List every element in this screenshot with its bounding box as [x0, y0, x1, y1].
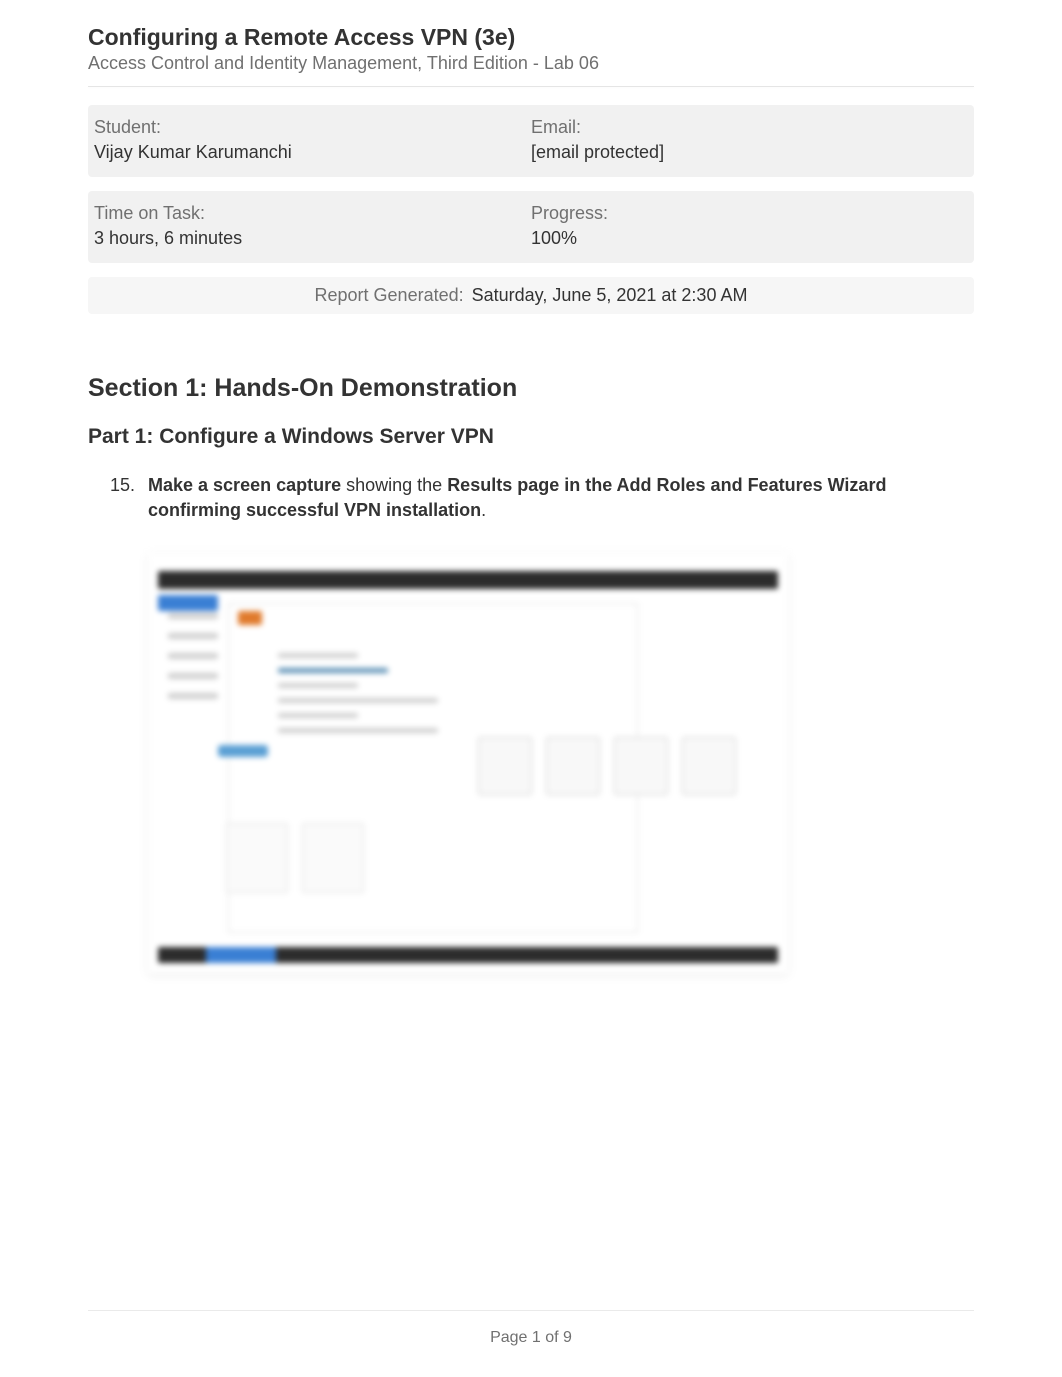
email-column: Email: [email protected] — [531, 117, 968, 163]
report-generated-value: Saturday, June 5, 2021 at 2:30 AM — [472, 285, 748, 306]
email-label: Email: — [531, 117, 968, 138]
time-label: Time on Task: — [94, 203, 531, 224]
blurred-screenshot-image — [148, 553, 788, 973]
step-item: 15. Make a screen capture showing the Re… — [148, 473, 974, 523]
student-info-box: Student: Vijay Kumar Karumanchi Email: [… — [88, 105, 974, 177]
time-value: 3 hours, 6 minutes — [94, 228, 531, 249]
student-value: Vijay Kumar Karumanchi — [94, 142, 531, 163]
header-divider — [88, 86, 974, 87]
document-subtitle: Access Control and Identity Management, … — [88, 53, 974, 74]
screenshot-container — [148, 553, 788, 973]
student-column: Student: Vijay Kumar Karumanchi — [94, 117, 531, 163]
page-number: Page 1 of 9 — [88, 1329, 974, 1347]
progress-value: 100% — [531, 228, 968, 249]
email-value: [email protected] — [531, 142, 968, 163]
document-title: Configuring a Remote Access VPN (3e) — [88, 24, 974, 51]
progress-label: Progress: — [531, 203, 968, 224]
task-info-box: Time on Task: 3 hours, 6 minutes Progres… — [88, 191, 974, 263]
steps-list: 15. Make a screen capture showing the Re… — [88, 473, 974, 523]
step-period: . — [481, 500, 486, 520]
student-label: Student: — [94, 117, 531, 138]
page-footer: Page 1 of 9 — [88, 1310, 974, 1347]
report-generated-label: Report Generated: — [315, 285, 464, 306]
part-title: Part 1: Configure a Windows Server VPN — [88, 425, 974, 449]
step-lead-bold: Make a screen capture — [148, 475, 341, 495]
time-column: Time on Task: 3 hours, 6 minutes — [94, 203, 531, 249]
footer-divider — [88, 1310, 974, 1311]
report-generated-row: Report Generated: Saturday, June 5, 2021… — [88, 277, 974, 314]
section-title: Section 1: Hands-On Demonstration — [88, 374, 974, 403]
progress-column: Progress: 100% — [531, 203, 968, 249]
step-mid-plain: showing the — [341, 475, 447, 495]
step-number: 15. — [110, 473, 135, 498]
document-page: Configuring a Remote Access VPN (3e) Acc… — [0, 0, 1062, 1377]
